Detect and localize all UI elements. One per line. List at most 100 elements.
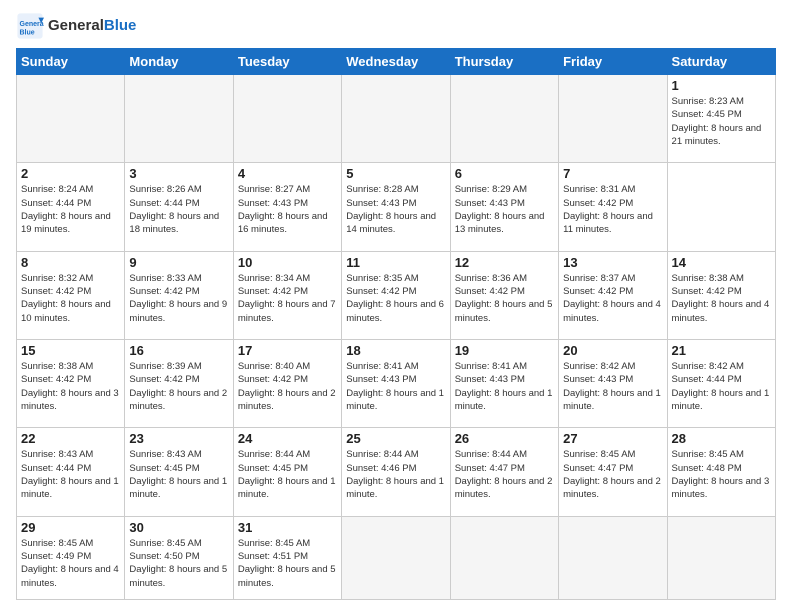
calendar-cell: 7 Sunrise: 8:31 AM Sunset: 4:42 PM Dayli… — [559, 163, 667, 251]
calendar-header-wednesday: Wednesday — [342, 49, 450, 75]
day-info: Sunrise: 8:33 AM Sunset: 4:42 PM Dayligh… — [129, 272, 228, 325]
sunrise-label: Sunrise: 8:41 AM — [455, 361, 527, 372]
svg-text:Blue: Blue — [20, 29, 35, 36]
calendar-cell: 31 Sunrise: 8:45 AM Sunset: 4:51 PM Dayl… — [233, 516, 341, 599]
calendar-cell: 21 Sunrise: 8:42 AM Sunset: 4:44 PM Dayl… — [667, 340, 775, 428]
day-number: 21 — [672, 343, 771, 358]
sunset-label: Sunset: 4:43 PM — [346, 198, 416, 209]
day-info: Sunrise: 8:37 AM Sunset: 4:42 PM Dayligh… — [563, 272, 662, 325]
sunset-label: Sunset: 4:44 PM — [21, 198, 91, 209]
daylight-label: Daylight: 8 hours and 5 minutes. — [129, 564, 227, 588]
day-info: Sunrise: 8:24 AM Sunset: 4:44 PM Dayligh… — [21, 183, 120, 236]
daylight-label: Daylight: 8 hours and 1 minute. — [21, 476, 119, 500]
daylight-label: Daylight: 8 hours and 1 minute. — [129, 476, 227, 500]
sunset-label: Sunset: 4:47 PM — [455, 463, 525, 474]
calendar-cell: 4 Sunrise: 8:27 AM Sunset: 4:43 PM Dayli… — [233, 163, 341, 251]
day-number: 28 — [672, 431, 771, 446]
calendar-cell — [233, 75, 341, 163]
day-number: 13 — [563, 255, 662, 270]
sunrise-label: Sunrise: 8:45 AM — [563, 449, 635, 460]
calendar-cell: 3 Sunrise: 8:26 AM Sunset: 4:44 PM Dayli… — [125, 163, 233, 251]
calendar-cell: 25 Sunrise: 8:44 AM Sunset: 4:46 PM Dayl… — [342, 428, 450, 516]
daylight-label: Daylight: 8 hours and 7 minutes. — [238, 299, 336, 323]
calendar-header-friday: Friday — [559, 49, 667, 75]
calendar-cell: 16 Sunrise: 8:39 AM Sunset: 4:42 PM Dayl… — [125, 340, 233, 428]
sunset-label: Sunset: 4:43 PM — [346, 374, 416, 385]
day-info: Sunrise: 8:45 AM Sunset: 4:47 PM Dayligh… — [563, 448, 662, 501]
day-info: Sunrise: 8:44 AM Sunset: 4:45 PM Dayligh… — [238, 448, 337, 501]
day-number: 27 — [563, 431, 662, 446]
calendar-cell — [342, 516, 450, 599]
day-info: Sunrise: 8:34 AM Sunset: 4:42 PM Dayligh… — [238, 272, 337, 325]
calendar-cell: 14 Sunrise: 8:38 AM Sunset: 4:42 PM Dayl… — [667, 251, 775, 339]
calendar-cell: 24 Sunrise: 8:44 AM Sunset: 4:45 PM Dayl… — [233, 428, 341, 516]
calendar-week-row: 2 Sunrise: 8:24 AM Sunset: 4:44 PM Dayli… — [17, 163, 776, 251]
daylight-label: Daylight: 8 hours and 3 minutes. — [21, 388, 119, 412]
daylight-label: Daylight: 8 hours and 6 minutes. — [346, 299, 444, 323]
sunrise-label: Sunrise: 8:34 AM — [238, 273, 310, 284]
calendar-cell: 17 Sunrise: 8:40 AM Sunset: 4:42 PM Dayl… — [233, 340, 341, 428]
sunrise-label: Sunrise: 8:28 AM — [346, 184, 418, 195]
sunset-label: Sunset: 4:42 PM — [21, 286, 91, 297]
day-number: 30 — [129, 520, 228, 535]
daylight-label: Daylight: 8 hours and 1 minute. — [346, 476, 444, 500]
day-info: Sunrise: 8:39 AM Sunset: 4:42 PM Dayligh… — [129, 360, 228, 413]
calendar-cell: 18 Sunrise: 8:41 AM Sunset: 4:43 PM Dayl… — [342, 340, 450, 428]
sunrise-label: Sunrise: 8:32 AM — [21, 273, 93, 284]
sunrise-label: Sunrise: 8:44 AM — [455, 449, 527, 460]
sunrise-label: Sunrise: 8:37 AM — [563, 273, 635, 284]
sunrise-label: Sunrise: 8:45 AM — [129, 538, 201, 549]
daylight-label: Daylight: 8 hours and 10 minutes. — [21, 299, 111, 323]
daylight-label: Daylight: 8 hours and 14 minutes. — [346, 211, 436, 235]
calendar-cell: 2 Sunrise: 8:24 AM Sunset: 4:44 PM Dayli… — [17, 163, 125, 251]
sunrise-label: Sunrise: 8:40 AM — [238, 361, 310, 372]
calendar-table: SundayMondayTuesdayWednesdayThursdayFrid… — [16, 48, 776, 600]
sunrise-label: Sunrise: 8:27 AM — [238, 184, 310, 195]
calendar-cell — [450, 516, 558, 599]
calendar-cell — [559, 75, 667, 163]
daylight-label: Daylight: 8 hours and 19 minutes. — [21, 211, 111, 235]
daylight-label: Daylight: 8 hours and 1 minute. — [672, 388, 770, 412]
daylight-label: Daylight: 8 hours and 5 minutes. — [238, 564, 336, 588]
calendar-week-row: 15 Sunrise: 8:38 AM Sunset: 4:42 PM Dayl… — [17, 340, 776, 428]
daylight-label: Daylight: 8 hours and 13 minutes. — [455, 211, 545, 235]
daylight-label: Daylight: 8 hours and 18 minutes. — [129, 211, 219, 235]
calendar-cell — [342, 75, 450, 163]
sunset-label: Sunset: 4:42 PM — [672, 286, 742, 297]
calendar-cell: 5 Sunrise: 8:28 AM Sunset: 4:43 PM Dayli… — [342, 163, 450, 251]
sunrise-label: Sunrise: 8:45 AM — [21, 538, 93, 549]
calendar-week-row: 29 Sunrise: 8:45 AM Sunset: 4:49 PM Dayl… — [17, 516, 776, 599]
sunrise-label: Sunrise: 8:43 AM — [21, 449, 93, 460]
daylight-label: Daylight: 8 hours and 1 minute. — [346, 388, 444, 412]
sunset-label: Sunset: 4:46 PM — [346, 463, 416, 474]
day-info: Sunrise: 8:32 AM Sunset: 4:42 PM Dayligh… — [21, 272, 120, 325]
sunrise-label: Sunrise: 8:45 AM — [238, 538, 310, 549]
sunset-label: Sunset: 4:43 PM — [455, 198, 525, 209]
day-number: 5 — [346, 166, 445, 181]
calendar-week-row: 22 Sunrise: 8:43 AM Sunset: 4:44 PM Dayl… — [17, 428, 776, 516]
sunrise-label: Sunrise: 8:31 AM — [563, 184, 635, 195]
calendar-cell: 13 Sunrise: 8:37 AM Sunset: 4:42 PM Dayl… — [559, 251, 667, 339]
daylight-label: Daylight: 8 hours and 11 minutes. — [563, 211, 653, 235]
sunset-label: Sunset: 4:42 PM — [238, 374, 308, 385]
sunset-label: Sunset: 4:44 PM — [129, 198, 199, 209]
daylight-label: Daylight: 8 hours and 5 minutes. — [455, 299, 553, 323]
day-number: 31 — [238, 520, 337, 535]
day-info: Sunrise: 8:42 AM Sunset: 4:44 PM Dayligh… — [672, 360, 771, 413]
daylight-label: Daylight: 8 hours and 1 minute. — [455, 388, 553, 412]
sunrise-label: Sunrise: 8:44 AM — [238, 449, 310, 460]
calendar-cell: 29 Sunrise: 8:45 AM Sunset: 4:49 PM Dayl… — [17, 516, 125, 599]
calendar-cell: 9 Sunrise: 8:33 AM Sunset: 4:42 PM Dayli… — [125, 251, 233, 339]
calendar-cell: 26 Sunrise: 8:44 AM Sunset: 4:47 PM Dayl… — [450, 428, 558, 516]
sunrise-label: Sunrise: 8:43 AM — [129, 449, 201, 460]
sunset-label: Sunset: 4:42 PM — [238, 286, 308, 297]
sunset-label: Sunset: 4:42 PM — [129, 374, 199, 385]
calendar-week-row: 1 Sunrise: 8:23 AM Sunset: 4:45 PM Dayli… — [17, 75, 776, 163]
daylight-label: Daylight: 8 hours and 21 minutes. — [672, 123, 762, 147]
day-number: 8 — [21, 255, 120, 270]
sunset-label: Sunset: 4:42 PM — [455, 286, 525, 297]
day-info: Sunrise: 8:45 AM Sunset: 4:50 PM Dayligh… — [129, 537, 228, 590]
daylight-label: Daylight: 8 hours and 2 minutes. — [129, 388, 227, 412]
calendar-cell: 11 Sunrise: 8:35 AM Sunset: 4:42 PM Dayl… — [342, 251, 450, 339]
header: General Blue GeneralBlue — [16, 12, 776, 40]
